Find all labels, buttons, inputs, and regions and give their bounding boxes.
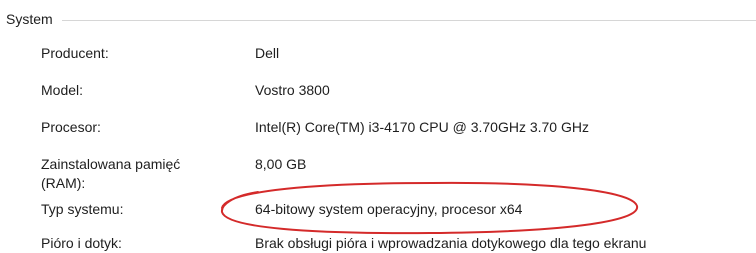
- row-value: 8,00 GB: [255, 156, 307, 172]
- row-label: Zainstalowana pamięć (RAM):: [41, 156, 181, 191]
- row-label: Typ systemu:: [41, 201, 124, 217]
- row-value: Brak obsługi pióra i wprowadzania dotyko…: [255, 235, 647, 251]
- system-group: System Producent: Dell Model: Vostro 380…: [0, 0, 756, 253]
- row-label: Pióro i dotyk:: [41, 235, 122, 251]
- row-label: Model:: [41, 82, 84, 98]
- row-value: Dell: [255, 45, 280, 61]
- row-label: Procesor:: [41, 119, 101, 135]
- section-title: System: [6, 10, 59, 28]
- group-divider: [62, 20, 756, 21]
- row-value: Intel(R) Core(TM) i3-4170 CPU @ 3.70GHz …: [255, 119, 589, 135]
- row-value: Vostro 3800: [255, 82, 330, 98]
- row-label: Producent:: [41, 45, 109, 61]
- row-value: 64-bitowy system operacyjny, procesor x6…: [255, 201, 523, 217]
